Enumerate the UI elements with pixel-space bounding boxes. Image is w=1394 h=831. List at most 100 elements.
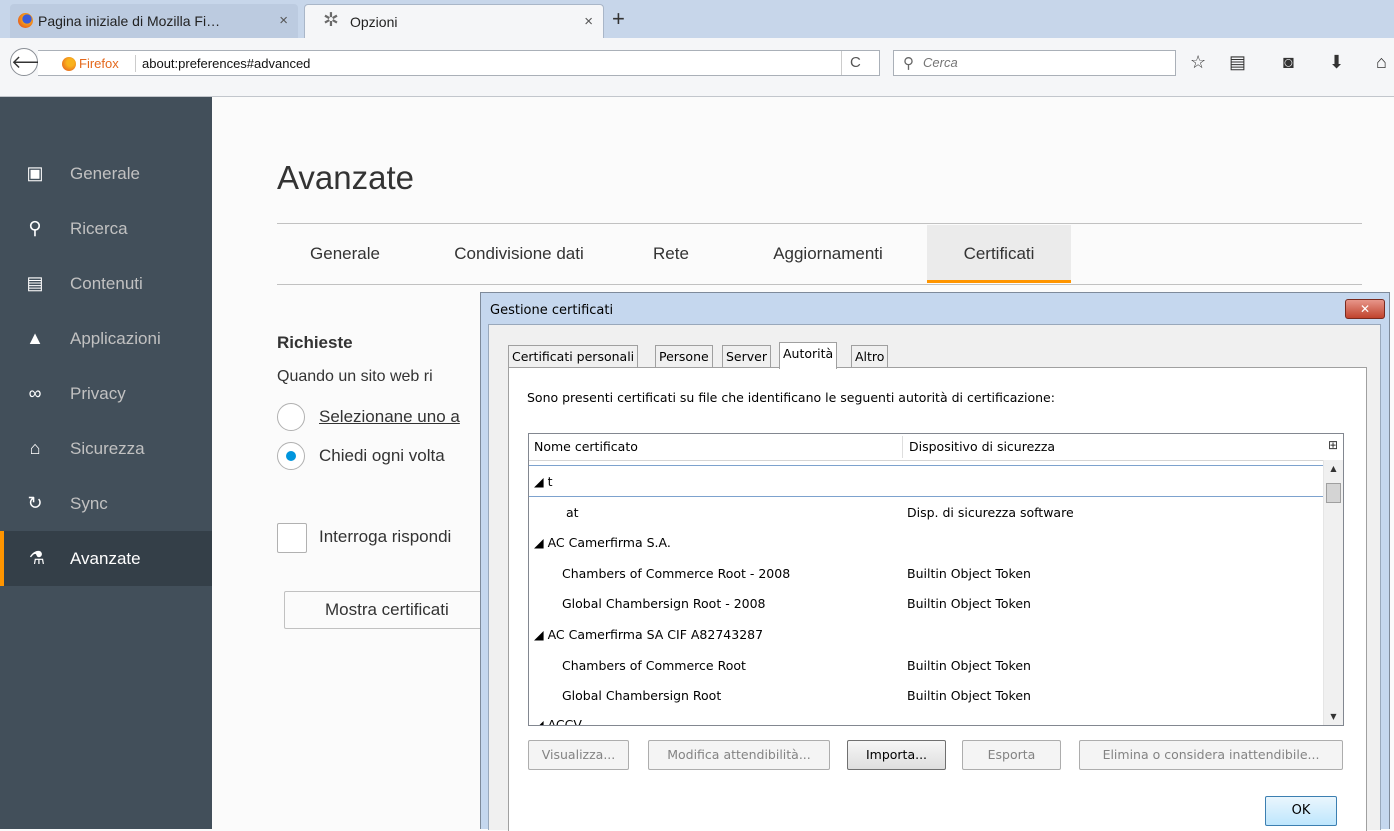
tab-personal-certificates[interactable]: Certificati personali bbox=[508, 345, 639, 368]
column-picker-icon[interactable]: ⊞ bbox=[1328, 438, 1338, 452]
cert-device: Builtin Object Token bbox=[907, 688, 1031, 703]
subtab-generale[interactable]: Generale bbox=[277, 225, 413, 283]
subtab-bar: Generale Condivisione dati Rete Aggiorna… bbox=[277, 225, 1362, 285]
column-header-name[interactable]: Nome certificato bbox=[534, 439, 638, 454]
security-icon: ⌂ bbox=[29, 438, 41, 458]
cert-name: Global Chambersign Root - 2008 bbox=[562, 596, 766, 611]
radio-ask-every-time[interactable] bbox=[277, 442, 305, 470]
tree-row[interactable]: Global Chambersign Root Builtin Object T… bbox=[529, 680, 1324, 710]
cert-device: Builtin Object Token bbox=[907, 658, 1031, 673]
tree-row-group[interactable]: ◢ AC Camerfirma S.A. bbox=[529, 527, 1324, 557]
new-tab-button[interactable]: + bbox=[612, 6, 625, 32]
tree-row-group[interactable]: ◢ AC Camerfirma SA CIF A82743287 bbox=[529, 619, 1324, 649]
sidebar-item-label: Generale bbox=[70, 163, 140, 183]
tree-row-group[interactable]: ◢ ACCV bbox=[529, 709, 1324, 726]
close-tab-icon[interactable]: × bbox=[584, 13, 593, 30]
cert-name: Global Chambersign Root bbox=[562, 688, 722, 703]
sidebar-item-sync[interactable]: ↻ Sync bbox=[0, 476, 212, 531]
applications-icon: ▲ bbox=[26, 328, 44, 348]
section-description: Quando un sito web ri bbox=[277, 368, 433, 385]
privacy-mask-icon: ∞ bbox=[28, 383, 42, 403]
search-bar[interactable]: ⚲ bbox=[893, 50, 1176, 76]
sidebar-item-avanzate[interactable]: ⚗ Avanzate bbox=[0, 531, 212, 586]
gear-icon: ✲ bbox=[323, 10, 339, 31]
column-header-device[interactable]: Dispositivo di sicurezza bbox=[909, 439, 1055, 454]
close-tab-icon[interactable]: × bbox=[279, 12, 288, 29]
section-title: Richieste bbox=[277, 333, 353, 352]
tab-persone[interactable]: Persone bbox=[655, 345, 713, 368]
sidebar-item-label: Applicazioni bbox=[70, 328, 161, 348]
sidebar-item-sicurezza[interactable]: ⌂ Sicurezza bbox=[0, 421, 212, 476]
import-button[interactable]: Importa... bbox=[847, 740, 946, 770]
tree-row[interactable]: at Disp. di sicurezza software bbox=[529, 497, 1324, 527]
cert-name: ◢ ACCV bbox=[534, 717, 582, 726]
show-certificates-button[interactable]: Mostra certificati bbox=[284, 591, 504, 629]
ocsp-checkbox[interactable] bbox=[277, 523, 307, 553]
tab-server[interactable]: Server bbox=[722, 345, 771, 368]
reading-list-icon[interactable]: ▤ bbox=[1229, 52, 1246, 73]
scroll-up-icon[interactable]: ▲ bbox=[1324, 460, 1343, 477]
tab-options[interactable]: ✲ Opzioni × bbox=[304, 4, 604, 38]
radio-label[interactable]: Chiedi ogni volta bbox=[319, 446, 445, 466]
sidebar-item-label: Privacy bbox=[70, 383, 126, 403]
sidebar-item-generale[interactable]: ▣ Generale bbox=[0, 146, 212, 201]
certificate-manager-dialog: Gestione certificati ✕ Certificati perso… bbox=[480, 292, 1390, 831]
sidebar-item-contenuti[interactable]: ▤ Contenuti bbox=[0, 256, 212, 311]
star-icon[interactable]: ☆ bbox=[1190, 52, 1206, 73]
identity-label[interactable]: Firefox bbox=[79, 56, 119, 71]
dialog-title: Gestione certificati bbox=[490, 303, 614, 318]
subtab-rete[interactable]: Rete bbox=[625, 225, 717, 283]
firefox-identity-icon bbox=[62, 57, 76, 71]
radio-label[interactable]: Selezionane uno a bbox=[319, 407, 460, 427]
sidebar-item-label: Sync bbox=[70, 493, 108, 513]
back-button[interactable]: 🡐 bbox=[10, 48, 59, 76]
authorities-panel: Sono presenti certificati su file che id… bbox=[508, 367, 1367, 831]
url-text[interactable]: about:preferences#advanced bbox=[142, 56, 310, 71]
sidebar-item-label: Ricerca bbox=[70, 218, 128, 238]
scroll-thumb[interactable] bbox=[1326, 483, 1341, 503]
ok-button[interactable]: OK bbox=[1265, 796, 1337, 826]
sidebar-item-applicazioni[interactable]: ▲ Applicazioni bbox=[0, 311, 212, 366]
tab-label: Pagina iniziale di Mozilla Fi… bbox=[38, 13, 221, 29]
checkbox-label[interactable]: Interroga rispondi bbox=[319, 527, 451, 547]
tree-row[interactable]: Global Chambersign Root - 2008 Builtin O… bbox=[529, 588, 1324, 618]
divider bbox=[135, 55, 136, 72]
edit-trust-button[interactable]: Modifica attendibilità... bbox=[648, 740, 830, 770]
delete-or-distrust-button[interactable]: Elimina o considera inattendibile... bbox=[1079, 740, 1343, 770]
sync-icon: ↻ bbox=[27, 493, 43, 513]
tree-row-group[interactable]: ◢ t bbox=[529, 465, 1325, 497]
reload-icon[interactable]: C bbox=[850, 54, 861, 71]
panel-description: Sono presenti certificati su file che id… bbox=[527, 390, 1055, 405]
sidebar-item-privacy[interactable]: ∞ Privacy bbox=[0, 366, 212, 421]
column-separator[interactable] bbox=[902, 436, 903, 458]
tree-row[interactable]: Chambers of Commerce Root Builtin Object… bbox=[529, 650, 1324, 680]
download-icon[interactable]: ⬇ bbox=[1329, 52, 1344, 73]
dialog-client: Certificati personali Persone Server Aut… bbox=[488, 324, 1381, 831]
certificate-tree[interactable]: Nome certificato Dispositivo di sicurezz… bbox=[528, 433, 1344, 726]
cert-name: at bbox=[566, 505, 579, 520]
search-icon[interactable]: ⚲ bbox=[903, 54, 914, 72]
tab-autorita[interactable]: Autorità bbox=[779, 342, 838, 369]
search-icon: ⚲ bbox=[28, 218, 42, 238]
subtab-aggiornamenti[interactable]: Aggiornamenti bbox=[723, 225, 933, 283]
home-icon[interactable]: ⌂ bbox=[1376, 52, 1387, 73]
search-input[interactable] bbox=[923, 55, 1163, 70]
url-bar[interactable]: Firefox about:preferences#advanced C bbox=[38, 50, 880, 76]
tab-altro[interactable]: Altro bbox=[851, 345, 889, 368]
close-icon[interactable]: ✕ bbox=[1345, 299, 1385, 319]
export-button[interactable]: Esporta bbox=[962, 740, 1061, 770]
firefox-icon bbox=[18, 13, 33, 28]
radio-select-auto[interactable] bbox=[277, 403, 305, 431]
sidebar-item-ricerca[interactable]: ⚲ Ricerca bbox=[0, 201, 212, 256]
cert-name: ◢ t bbox=[534, 474, 553, 489]
navigation-bar: 🡐 Firefox about:preferences#advanced C ⚲… bbox=[0, 38, 1394, 97]
pocket-icon[interactable]: ◙ bbox=[1283, 52, 1294, 73]
vertical-scrollbar[interactable]: ▲ ▼ bbox=[1323, 460, 1343, 725]
subtab-certificati[interactable]: Certificati bbox=[927, 225, 1071, 283]
subtab-condivisione-dati[interactable]: Condivisione dati bbox=[419, 225, 619, 283]
cert-name: ◢ AC Camerfirma SA CIF A82743287 bbox=[534, 627, 764, 642]
view-button[interactable]: Visualizza... bbox=[528, 740, 629, 770]
scroll-down-icon[interactable]: ▼ bbox=[1324, 708, 1343, 725]
tab-mozilla-home[interactable]: Pagina iniziale di Mozilla Fi… × bbox=[10, 4, 298, 38]
tree-row[interactable]: Chambers of Commerce Root - 2008 Builtin… bbox=[529, 558, 1324, 588]
